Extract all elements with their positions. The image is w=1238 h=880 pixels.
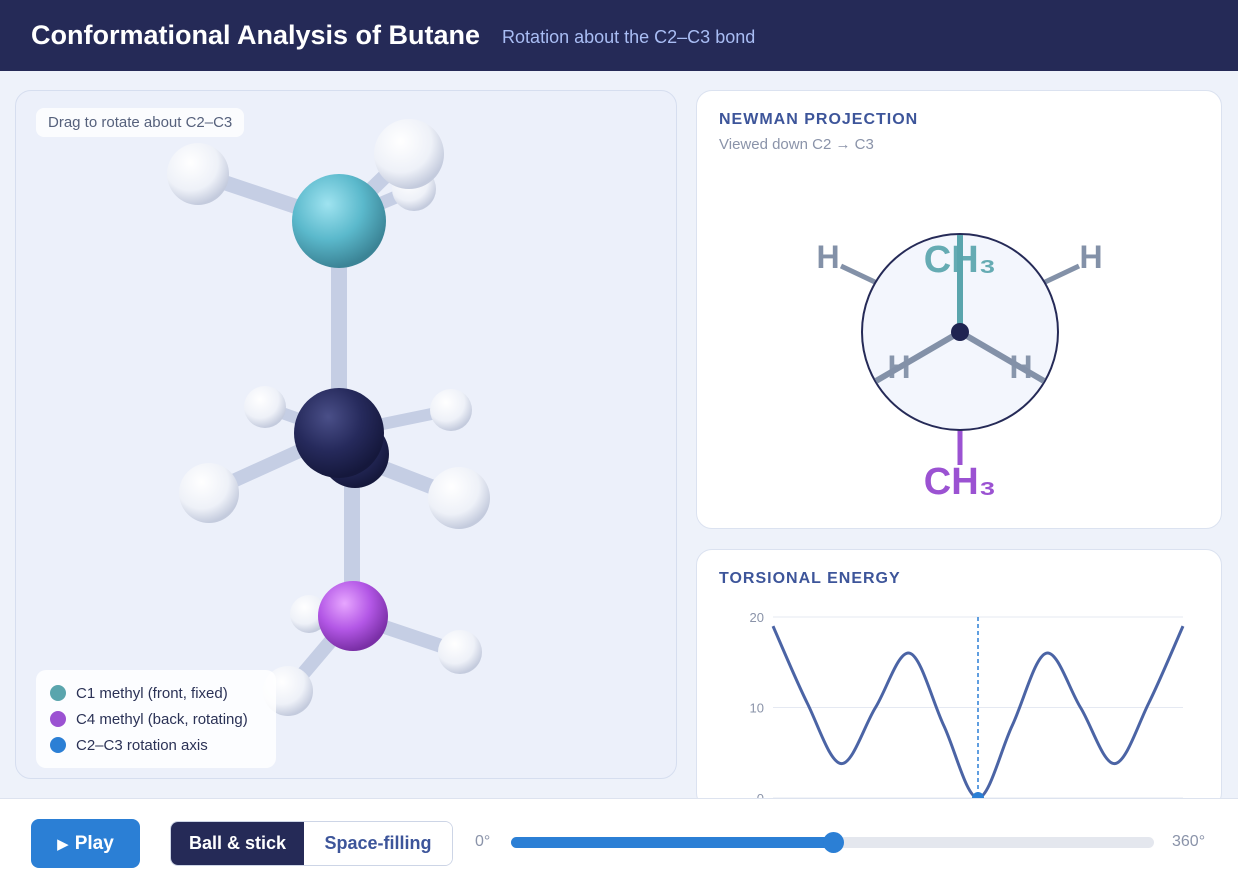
legend-dot-c1 (50, 685, 66, 701)
chart-grid (773, 616, 1183, 799)
slider-max-label: 360° (1172, 833, 1206, 850)
front-methyl-label: CH₃ (924, 239, 996, 281)
torsional-energy-chart: 20100 (750, 610, 1185, 806)
front-carbon-dot (951, 323, 969, 341)
app-header: Conformational Analysis of Butane Rotati… (0, 0, 1238, 71)
legend-label: C1 methyl (front, fixed) (76, 684, 228, 702)
back-h-bond (1041, 263, 1081, 286)
y-tick-label: 20 (750, 610, 764, 625)
back-methyl-label: CH₃ (924, 461, 996, 503)
legend-dot-c4 (50, 711, 66, 727)
y-tick-label: 10 (750, 701, 764, 716)
hydrogen-atom (179, 463, 239, 523)
slider-thumb[interactable] (822, 832, 844, 853)
legend-item-c1: C1 methyl (front, fixed) (50, 680, 262, 706)
legend-dot-axis (50, 737, 66, 753)
legend-label: C2–C3 rotation axis (76, 736, 208, 754)
rotate-hint: Drag to rotate about C2–C3 (36, 108, 245, 137)
chart-angle-marker (972, 617, 984, 804)
legend-item-c4: C4 methyl (back, rotating) (50, 706, 262, 732)
legend-item-axis: C2–C3 rotation axis (50, 732, 262, 758)
back-h-label: H (816, 239, 839, 275)
space-filling-button[interactable]: Space-filling (304, 822, 452, 865)
carbon-c2-atom (294, 388, 384, 478)
newman-diagram: CH₃ CH₃ H H H H (816, 233, 1103, 503)
front-h-label: H (887, 349, 910, 385)
torsional-energy-card: TORSIONAL ENERGY 20100 (696, 549, 1222, 809)
molecule-legend: C1 methyl (front, fixed) C4 methyl (back… (36, 670, 276, 768)
play-button[interactable]: ▶ Play (31, 819, 140, 868)
app-subtitle: Rotation about the C2–C3 bond (502, 27, 756, 47)
hydrogen-atom (428, 467, 490, 529)
hydrogen-atom (374, 119, 444, 189)
app-title: Conformational Analysis of Butane (31, 20, 481, 50)
slider-fill (511, 837, 833, 848)
controls-bar: ▶ Play Ball & stick Space-filling 0° 360… (0, 798, 1238, 880)
play-icon: ▶ (57, 835, 69, 853)
play-label: Play (74, 832, 114, 854)
front-h-label: H (1009, 349, 1032, 385)
molecule-atoms (167, 119, 490, 716)
chart-y-ticks: 20100 (750, 610, 764, 806)
molecule-viewer[interactable]: Drag to rotate about C2–C3 C1 methyl (fr… (15, 90, 677, 779)
hydrogen-atom (167, 143, 229, 205)
ball-and-stick-button[interactable]: Ball & stick (171, 822, 304, 865)
legend-label: C4 methyl (back, rotating) (76, 710, 248, 728)
hydrogen-atom (430, 389, 472, 431)
newman-projection-card: NEWMAN PROJECTION Viewed down C2 → C3 CH… (696, 90, 1222, 529)
hydrogen-atom (438, 630, 482, 674)
carbon-c4-atom (318, 581, 388, 651)
render-mode-toggle: Ball & stick Space-filling (170, 821, 453, 866)
back-h-label: H (1079, 239, 1102, 275)
back-h-bond (839, 263, 879, 286)
angle-slider[interactable] (511, 832, 1154, 853)
slider-min-label: 0° (475, 833, 491, 850)
carbon-c1-atom (292, 174, 386, 268)
hydrogen-atom (244, 386, 286, 428)
